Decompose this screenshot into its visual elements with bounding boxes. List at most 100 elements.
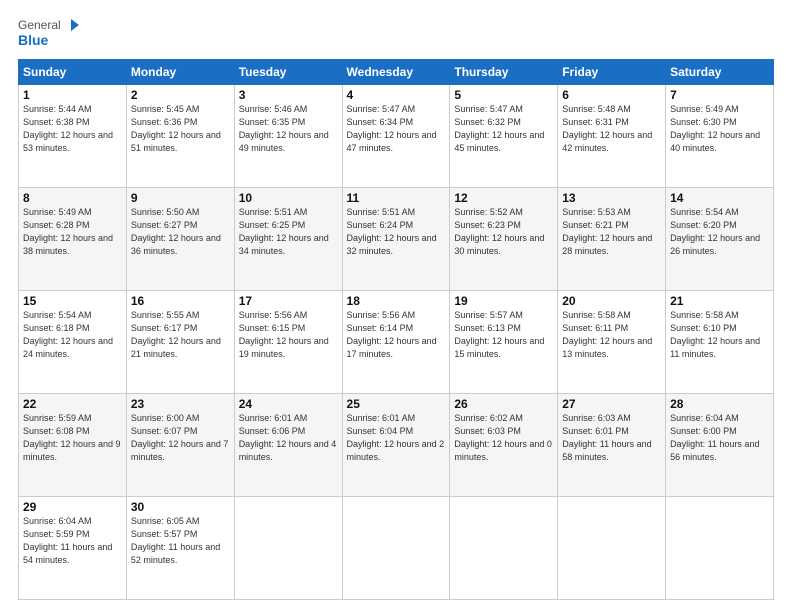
day-number: 6 <box>562 88 661 102</box>
day-info: Sunrise: 5:48 AMSunset: 6:31 PMDaylight:… <box>562 103 661 155</box>
calendar-table: Sunday Monday Tuesday Wednesday Thursday… <box>18 59 774 600</box>
day-info: Sunrise: 5:52 AMSunset: 6:23 PMDaylight:… <box>454 206 553 258</box>
calendar-row-1: 1Sunrise: 5:44 AMSunset: 6:38 PMDaylight… <box>19 85 774 188</box>
day-cell-10: 10Sunrise: 5:51 AMSunset: 6:25 PMDayligh… <box>234 188 342 291</box>
day-cell-20: 20Sunrise: 5:58 AMSunset: 6:11 PMDayligh… <box>558 291 666 394</box>
header-saturday: Saturday <box>666 60 774 85</box>
day-number: 3 <box>239 88 338 102</box>
day-cell-17: 17Sunrise: 5:56 AMSunset: 6:15 PMDayligh… <box>234 291 342 394</box>
header-thursday: Thursday <box>450 60 558 85</box>
day-number: 10 <box>239 191 338 205</box>
day-info: Sunrise: 5:58 AMSunset: 6:11 PMDaylight:… <box>562 309 661 361</box>
day-info: Sunrise: 5:49 AMSunset: 6:28 PMDaylight:… <box>23 206 122 258</box>
day-number: 7 <box>670 88 769 102</box>
day-number: 25 <box>347 397 446 411</box>
day-number: 9 <box>131 191 230 205</box>
day-number: 26 <box>454 397 553 411</box>
day-cell-empty <box>234 497 342 600</box>
day-cell-19: 19Sunrise: 5:57 AMSunset: 6:13 PMDayligh… <box>450 291 558 394</box>
day-cell-24: 24Sunrise: 6:01 AMSunset: 6:06 PMDayligh… <box>234 394 342 497</box>
day-number: 13 <box>562 191 661 205</box>
day-cell-28: 28Sunrise: 6:04 AMSunset: 6:00 PMDayligh… <box>666 394 774 497</box>
day-number: 18 <box>347 294 446 308</box>
day-number: 22 <box>23 397 122 411</box>
day-info: Sunrise: 5:55 AMSunset: 6:17 PMDaylight:… <box>131 309 230 361</box>
day-info: Sunrise: 5:56 AMSunset: 6:14 PMDaylight:… <box>347 309 446 361</box>
calendar-row-4: 22Sunrise: 5:59 AMSunset: 6:08 PMDayligh… <box>19 394 774 497</box>
day-cell-2: 2Sunrise: 5:45 AMSunset: 6:36 PMDaylight… <box>126 85 234 188</box>
day-cell-29: 29Sunrise: 6:04 AMSunset: 5:59 PMDayligh… <box>19 497 127 600</box>
day-number: 14 <box>670 191 769 205</box>
header-wednesday: Wednesday <box>342 60 450 85</box>
day-cell-empty <box>558 497 666 600</box>
header-tuesday: Tuesday <box>234 60 342 85</box>
day-info: Sunrise: 5:45 AMSunset: 6:36 PMDaylight:… <box>131 103 230 155</box>
day-cell-16: 16Sunrise: 5:55 AMSunset: 6:17 PMDayligh… <box>126 291 234 394</box>
day-info: Sunrise: 6:03 AMSunset: 6:01 PMDaylight:… <box>562 412 661 464</box>
day-cell-30: 30Sunrise: 6:05 AMSunset: 5:57 PMDayligh… <box>126 497 234 600</box>
day-cell-12: 12Sunrise: 5:52 AMSunset: 6:23 PMDayligh… <box>450 188 558 291</box>
day-cell-25: 25Sunrise: 6:01 AMSunset: 6:04 PMDayligh… <box>342 394 450 497</box>
day-cell-23: 23Sunrise: 6:00 AMSunset: 6:07 PMDayligh… <box>126 394 234 497</box>
day-cell-14: 14Sunrise: 5:54 AMSunset: 6:20 PMDayligh… <box>666 188 774 291</box>
day-cell-21: 21Sunrise: 5:58 AMSunset: 6:10 PMDayligh… <box>666 291 774 394</box>
day-number: 11 <box>347 191 446 205</box>
day-info: Sunrise: 5:49 AMSunset: 6:30 PMDaylight:… <box>670 103 769 155</box>
logo: General Blue <box>18 18 79 49</box>
day-number: 4 <box>347 88 446 102</box>
day-number: 17 <box>239 294 338 308</box>
logo-blue-text: Blue <box>18 32 79 49</box>
logo-general-text: General <box>18 18 61 32</box>
day-info: Sunrise: 5:50 AMSunset: 6:27 PMDaylight:… <box>131 206 230 258</box>
page: General Blue Sunday Monday Tuesday Wedne… <box>0 0 792 612</box>
day-number: 8 <box>23 191 122 205</box>
day-info: Sunrise: 5:47 AMSunset: 6:34 PMDaylight:… <box>347 103 446 155</box>
day-info: Sunrise: 6:01 AMSunset: 6:04 PMDaylight:… <box>347 412 446 464</box>
day-cell-empty <box>666 497 774 600</box>
day-cell-22: 22Sunrise: 5:59 AMSunset: 6:08 PMDayligh… <box>19 394 127 497</box>
day-info: Sunrise: 6:05 AMSunset: 5:57 PMDaylight:… <box>131 515 230 567</box>
day-number: 15 <box>23 294 122 308</box>
calendar-row-5: 29Sunrise: 6:04 AMSunset: 5:59 PMDayligh… <box>19 497 774 600</box>
day-cell-11: 11Sunrise: 5:51 AMSunset: 6:24 PMDayligh… <box>342 188 450 291</box>
day-info: Sunrise: 6:01 AMSunset: 6:06 PMDaylight:… <box>239 412 338 464</box>
day-info: Sunrise: 6:04 AMSunset: 5:59 PMDaylight:… <box>23 515 122 567</box>
day-number: 28 <box>670 397 769 411</box>
day-cell-26: 26Sunrise: 6:02 AMSunset: 6:03 PMDayligh… <box>450 394 558 497</box>
day-cell-empty <box>342 497 450 600</box>
day-number: 27 <box>562 397 661 411</box>
day-number: 19 <box>454 294 553 308</box>
day-info: Sunrise: 5:54 AMSunset: 6:18 PMDaylight:… <box>23 309 122 361</box>
day-info: Sunrise: 5:44 AMSunset: 6:38 PMDaylight:… <box>23 103 122 155</box>
day-cell-9: 9Sunrise: 5:50 AMSunset: 6:27 PMDaylight… <box>126 188 234 291</box>
day-cell-6: 6Sunrise: 5:48 AMSunset: 6:31 PMDaylight… <box>558 85 666 188</box>
day-info: Sunrise: 6:00 AMSunset: 6:07 PMDaylight:… <box>131 412 230 464</box>
day-number: 21 <box>670 294 769 308</box>
logo-arrow-icon <box>63 19 79 31</box>
day-info: Sunrise: 5:57 AMSunset: 6:13 PMDaylight:… <box>454 309 553 361</box>
day-cell-3: 3Sunrise: 5:46 AMSunset: 6:35 PMDaylight… <box>234 85 342 188</box>
header: General Blue <box>18 18 774 49</box>
day-cell-1: 1Sunrise: 5:44 AMSunset: 6:38 PMDaylight… <box>19 85 127 188</box>
header-sunday: Sunday <box>19 60 127 85</box>
day-cell-8: 8Sunrise: 5:49 AMSunset: 6:28 PMDaylight… <box>19 188 127 291</box>
day-cell-18: 18Sunrise: 5:56 AMSunset: 6:14 PMDayligh… <box>342 291 450 394</box>
day-number: 23 <box>131 397 230 411</box>
day-info: Sunrise: 6:04 AMSunset: 6:00 PMDaylight:… <box>670 412 769 464</box>
day-cell-15: 15Sunrise: 5:54 AMSunset: 6:18 PMDayligh… <box>19 291 127 394</box>
day-number: 5 <box>454 88 553 102</box>
day-number: 29 <box>23 500 122 514</box>
day-info: Sunrise: 5:54 AMSunset: 6:20 PMDaylight:… <box>670 206 769 258</box>
day-info: Sunrise: 5:56 AMSunset: 6:15 PMDaylight:… <box>239 309 338 361</box>
day-number: 20 <box>562 294 661 308</box>
header-monday: Monday <box>126 60 234 85</box>
day-number: 30 <box>131 500 230 514</box>
day-number: 24 <box>239 397 338 411</box>
calendar-row-2: 8Sunrise: 5:49 AMSunset: 6:28 PMDaylight… <box>19 188 774 291</box>
day-number: 16 <box>131 294 230 308</box>
day-info: Sunrise: 5:53 AMSunset: 6:21 PMDaylight:… <box>562 206 661 258</box>
day-cell-27: 27Sunrise: 6:03 AMSunset: 6:01 PMDayligh… <box>558 394 666 497</box>
day-number: 2 <box>131 88 230 102</box>
day-info: Sunrise: 5:59 AMSunset: 6:08 PMDaylight:… <box>23 412 122 464</box>
day-info: Sunrise: 5:51 AMSunset: 6:24 PMDaylight:… <box>347 206 446 258</box>
